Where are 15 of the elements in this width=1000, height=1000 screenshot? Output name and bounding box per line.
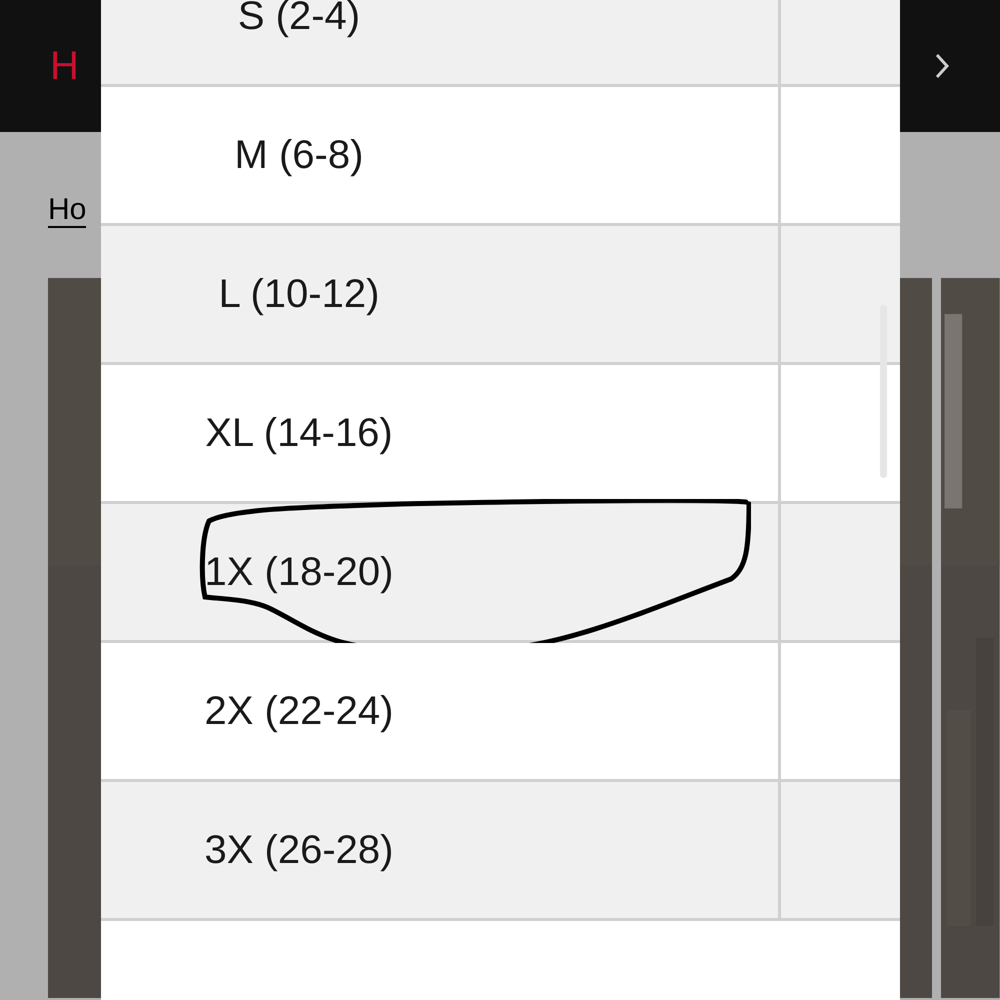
size-option[interactable]: L (10-12) [101, 226, 900, 365]
size-label: M (6-8) [234, 132, 364, 179]
size-option[interactable]: XL (14-16) [101, 365, 900, 504]
size-option[interactable]: M (6-8) [101, 87, 900, 226]
size-option[interactable]: S (2-4) [101, 0, 900, 87]
size-label: 1X (18-20) [204, 549, 394, 596]
size-option[interactable]: 2X (22-24) [101, 643, 900, 782]
size-label: S (2-4) [236, 0, 362, 40]
size-option[interactable]: 3X (26-28) [101, 782, 900, 921]
size-label: XL (14-16) [204, 410, 394, 457]
chevron-right-icon[interactable] [934, 52, 950, 80]
size-label: 2X (22-24) [204, 688, 394, 735]
size-label: L (10-12) [218, 271, 380, 318]
breadcrumb-link[interactable]: Ho [48, 193, 86, 228]
size-label: 3X (26-28) [204, 827, 394, 874]
